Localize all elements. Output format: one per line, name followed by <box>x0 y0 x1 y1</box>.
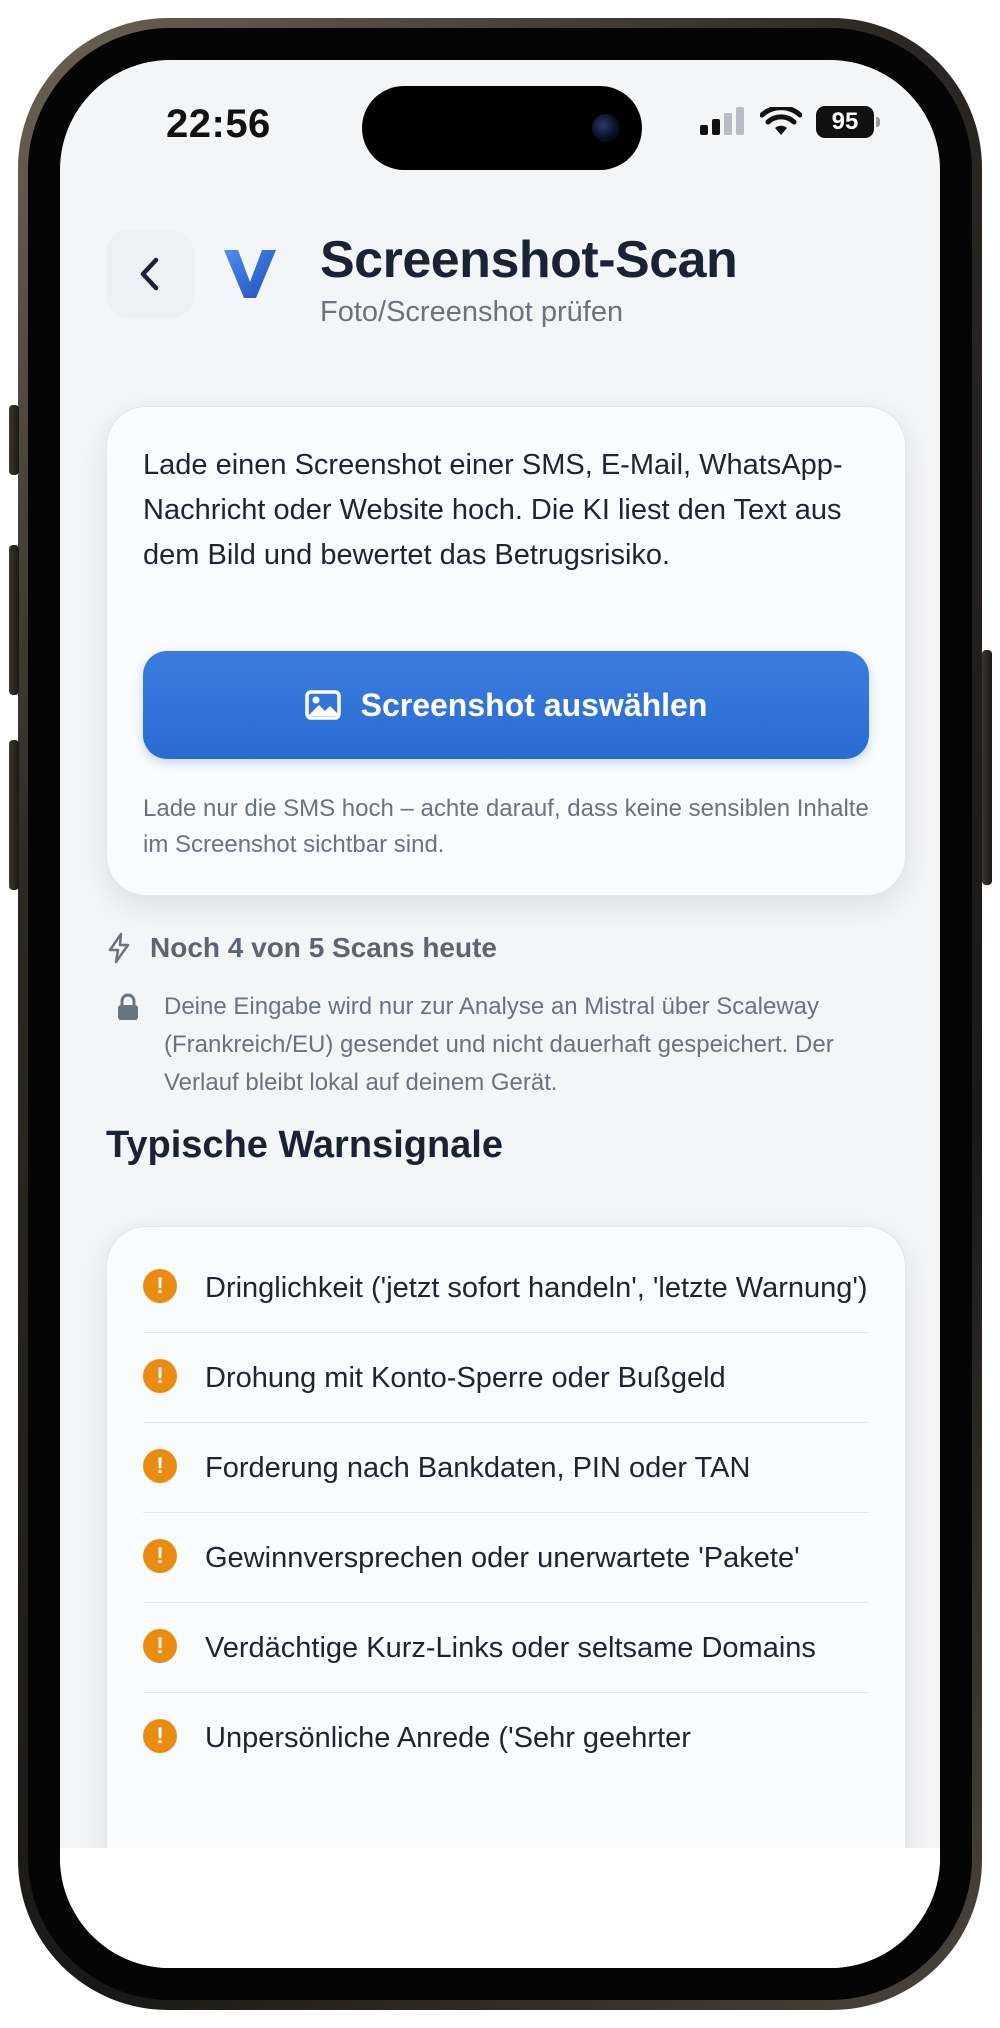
page-title: Screenshot-Scan <box>320 231 738 289</box>
warning-text: Drohung mit Konto-Sperre oder Bußgeld <box>205 1362 726 1394</box>
dynamic-island <box>362 86 642 170</box>
scan-quota-text: Noch 4 von 5 Scans heute <box>150 932 497 963</box>
page-header: Screenshot-Scan Foto/Screenshot prüfen <box>106 230 906 340</box>
warning-list-item: ! Forderung nach Bankdaten, PIN oder TAN <box>143 1423 869 1513</box>
home-indicator-area <box>60 1848 940 1968</box>
select-screenshot-button[interactable]: Screenshot auswählen <box>143 651 869 759</box>
warning-text: Gewinnversprechen oder unerwartete 'Pake… <box>205 1542 800 1574</box>
status-icons: 95 <box>700 106 880 138</box>
lock-icon <box>118 993 138 1020</box>
chevron-left-icon <box>140 257 159 291</box>
warning-list-item: ! Unpersönliche Anrede ('Sehr geehrter <box>143 1693 869 1782</box>
power-button <box>982 650 992 885</box>
warnings-title: Typische Warnsignale <box>106 1124 503 1166</box>
warning-list-item: ! Drohung mit Konto-Sperre oder Bußgeld <box>143 1333 869 1423</box>
warning-icon: ! <box>143 1719 177 1753</box>
lightning-icon <box>108 932 130 964</box>
warning-list-item: ! Gewinnversprechen oder unerwartete 'Pa… <box>143 1513 869 1603</box>
signal-bars-icon <box>700 107 744 135</box>
warning-text: Unpersönliche Anrede ('Sehr geehrter <box>205 1722 691 1754</box>
intro-text: Lade einen Screenshot einer SMS, E-Mail,… <box>143 449 843 571</box>
warning-text: Dringlichkeit ('jetzt sofort handeln', '… <box>205 1272 868 1304</box>
silent-switch <box>9 405 19 475</box>
battery-indicator: 95 <box>816 106 880 138</box>
upload-hint: Lade nur die SMS hoch – achte darauf, da… <box>143 795 869 858</box>
status-time: 22:56 <box>166 102 271 146</box>
warning-list-item: ! Dringlichkeit ('jetzt sofort handeln',… <box>143 1243 869 1333</box>
warning-icon: ! <box>143 1269 177 1303</box>
warning-text: Forderung nach Bankdaten, PIN oder TAN <box>205 1452 751 1484</box>
scan-quota: Noch 4 von 5 Scans heute <box>106 932 497 964</box>
image-icon <box>304 690 341 720</box>
app-logo-v-icon <box>224 250 276 298</box>
volume-down-button <box>9 740 19 890</box>
warning-text: Verdächtige Kurz-Links oder seltsame Dom… <box>205 1632 816 1664</box>
privacy-text: Deine Eingabe wird nur zur Analyse an Mi… <box>164 993 834 1096</box>
select-screenshot-label: Screenshot auswählen <box>360 686 708 723</box>
front-camera <box>592 114 620 142</box>
warning-icon: ! <box>143 1449 177 1483</box>
upload-card: Lade einen Screenshot einer SMS, E-Mail,… <box>106 406 906 896</box>
warning-icon: ! <box>143 1539 177 1573</box>
warning-icon: ! <box>143 1359 177 1393</box>
wifi-icon <box>760 107 802 135</box>
volume-up-button <box>9 545 19 695</box>
page-subtitle: Foto/Screenshot prüfen <box>320 296 624 328</box>
screen: 22:56 95 Screenshot-Scan Foto/Screenshot… <box>60 60 940 1968</box>
warning-list-item: ! Verdächtige Kurz-Links oder seltsame D… <box>143 1603 869 1693</box>
back-button[interactable] <box>106 230 194 318</box>
warning-icon: ! <box>143 1629 177 1663</box>
